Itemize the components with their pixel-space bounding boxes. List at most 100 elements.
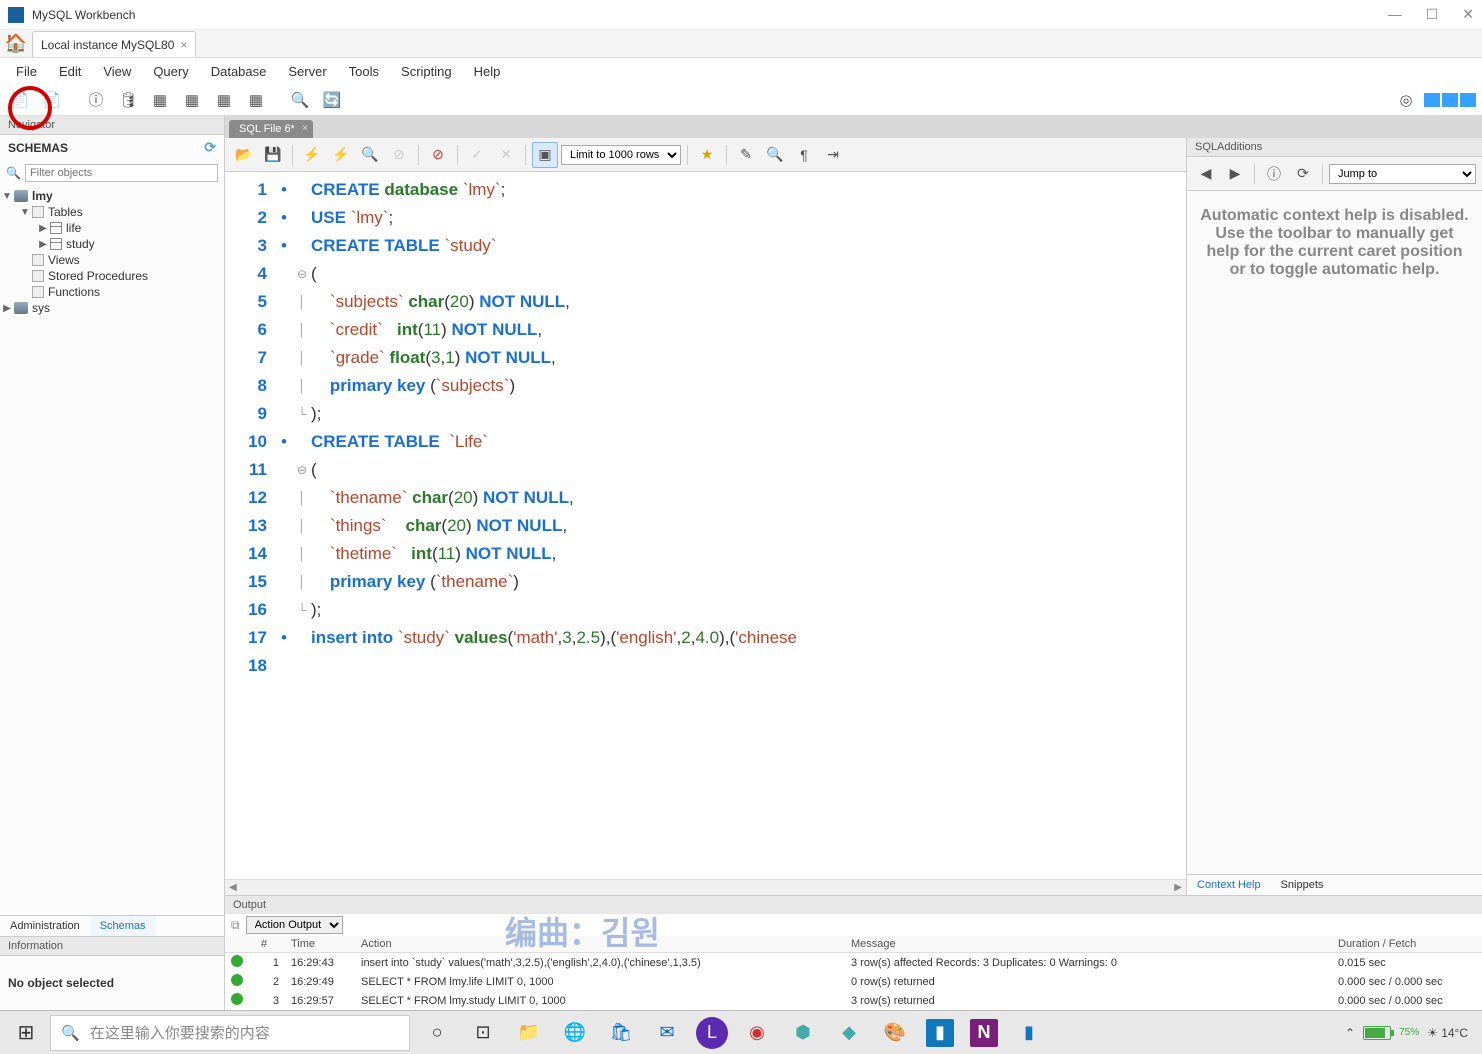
wrap-button[interactable]: ⇥ bbox=[820, 142, 846, 168]
minimize-button[interactable]: — bbox=[1388, 6, 1402, 23]
table-life[interactable]: ▶life bbox=[0, 220, 224, 236]
menu-scripting[interactable]: Scripting bbox=[391, 61, 462, 82]
execute-current-button[interactable]: ⚡ bbox=[328, 142, 354, 168]
new-sql-tab-button[interactable]: 📄 bbox=[6, 87, 34, 113]
sql-file-tab[interactable]: SQL File 6*× bbox=[229, 120, 313, 138]
cortana-icon[interactable]: ○ bbox=[416, 1013, 458, 1053]
menu-edit[interactable]: Edit bbox=[49, 61, 91, 82]
menu-tools[interactable]: Tools bbox=[339, 61, 389, 82]
open-file-button[interactable]: 📂 bbox=[231, 142, 257, 168]
commit-button[interactable]: ✓ bbox=[464, 142, 490, 168]
copy-icon[interactable]: ⧉ bbox=[231, 918, 240, 933]
file-tabs: SQL File 6*× bbox=[225, 116, 1482, 138]
refresh-icon[interactable]: ⟳ bbox=[204, 139, 216, 156]
app-icon-6[interactable]: ▮ bbox=[926, 1019, 954, 1047]
nav-fwd-button[interactable]: ▶ bbox=[1222, 161, 1248, 187]
menu-database[interactable]: Database bbox=[201, 61, 277, 82]
stop-button[interactable]: ⊘ bbox=[386, 142, 412, 168]
schema-tree[interactable]: ▼lmy ▼Tables ▶life ▶study Views Stored P… bbox=[0, 186, 224, 915]
limit-select[interactable]: Limit to 1000 rows bbox=[561, 145, 681, 165]
app-icon-1[interactable]: L bbox=[696, 1017, 728, 1049]
explorer-icon[interactable]: 📁 bbox=[508, 1013, 550, 1053]
navigator-panel: Navigator SCHEMAS ⟳ 🔍 ▼lmy ▼Tables ▶life… bbox=[0, 116, 225, 1010]
output-row[interactable]: 216:29:49SELECT * FROM lmy.life LIMIT 0,… bbox=[225, 972, 1482, 991]
auto-help-button[interactable]: ⟳ bbox=[1290, 161, 1316, 187]
new-sp-button[interactable]: ▦ bbox=[210, 87, 238, 113]
output-type-select[interactable]: Action Output bbox=[246, 916, 343, 934]
close-tab-icon[interactable]: × bbox=[180, 38, 187, 52]
store-icon[interactable]: 🛍 bbox=[600, 1013, 642, 1053]
toggle-autocommit-button[interactable]: ⊘ bbox=[425, 142, 451, 168]
app-icon-4[interactable]: ◆ bbox=[828, 1013, 870, 1053]
menu-help[interactable]: Help bbox=[464, 61, 511, 82]
tab-snippets[interactable]: Snippets bbox=[1271, 875, 1334, 895]
schema-sys[interactable]: ▶sys bbox=[0, 300, 224, 316]
output-row[interactable]: 116:29:43insert into `study` values('mat… bbox=[225, 953, 1482, 973]
rollback-button[interactable]: ✕ bbox=[493, 142, 519, 168]
find-button[interactable]: ✎ bbox=[733, 142, 759, 168]
search-button[interactable]: 🔍 bbox=[286, 87, 314, 113]
sp-folder[interactable]: Stored Procedures bbox=[0, 268, 224, 284]
save-button[interactable]: 💾 bbox=[260, 142, 286, 168]
battery-icon[interactable] bbox=[1363, 1026, 1391, 1040]
maximize-button[interactable]: ☐ bbox=[1426, 6, 1439, 23]
beautify-button[interactable]: ★ bbox=[694, 142, 720, 168]
app-icon-3[interactable]: ⬢ bbox=[782, 1013, 824, 1053]
search-text-button[interactable]: 🔍 bbox=[762, 142, 788, 168]
taskview-icon[interactable]: ⊡ bbox=[462, 1013, 504, 1053]
menu-bar: File Edit View Query Database Server Too… bbox=[0, 58, 1482, 84]
database-icon bbox=[14, 302, 28, 314]
execute-button[interactable]: ⚡ bbox=[299, 142, 325, 168]
chevron-up-icon[interactable]: ⌃ bbox=[1345, 1026, 1355, 1040]
new-schema-button[interactable]: 🛢 bbox=[114, 87, 142, 113]
app-icon-2[interactable]: ◉ bbox=[736, 1013, 778, 1053]
layout-toggles[interactable] bbox=[1424, 93, 1476, 107]
workbench-icon[interactable]: ▮ bbox=[1008, 1013, 1050, 1053]
notification-icon[interactable]: ◎ bbox=[1392, 87, 1420, 113]
connection-tab-row: 🏠 Local instance MySQL80 × bbox=[0, 30, 1482, 58]
output-row[interactable]: 316:29:57SELECT * FROM lmy.study LIMIT 0… bbox=[225, 991, 1482, 1010]
views-folder[interactable]: Views bbox=[0, 252, 224, 268]
onenote-icon[interactable]: N bbox=[970, 1019, 998, 1047]
edge-icon[interactable]: 🌐 bbox=[554, 1013, 596, 1053]
explain-button[interactable]: 🔍 bbox=[357, 142, 383, 168]
taskbar-search[interactable]: 🔍 在这里输入你要搜索的内容 bbox=[50, 1015, 410, 1051]
close-file-icon[interactable]: × bbox=[302, 123, 308, 134]
close-button[interactable]: ✕ bbox=[1462, 6, 1474, 23]
tab-context-help[interactable]: Context Help bbox=[1187, 875, 1271, 895]
menu-view[interactable]: View bbox=[93, 61, 141, 82]
weather-widget[interactable]: ☀ 14°C bbox=[1427, 1026, 1468, 1040]
mail-icon[interactable]: ✉ bbox=[646, 1013, 688, 1053]
new-view-button[interactable]: ▦ bbox=[178, 87, 206, 113]
system-tray[interactable]: ⌃ 75% ☀ 14°C bbox=[1345, 1026, 1478, 1040]
menu-server[interactable]: Server bbox=[278, 61, 336, 82]
menu-query[interactable]: Query bbox=[143, 61, 198, 82]
connection-tab[interactable]: Local instance MySQL80 × bbox=[32, 31, 196, 57]
tables-folder[interactable]: ▼Tables bbox=[0, 204, 224, 220]
table-study[interactable]: ▶study bbox=[0, 236, 224, 252]
home-icon[interactable]: 🏠 bbox=[0, 29, 32, 57]
schemas-label: SCHEMAS bbox=[8, 141, 68, 155]
tab-administration[interactable]: Administration bbox=[0, 916, 90, 936]
open-sql-button[interactable]: 📄 bbox=[38, 87, 66, 113]
fn-folder[interactable]: Functions bbox=[0, 284, 224, 300]
new-table-button[interactable]: ▦ bbox=[146, 87, 174, 113]
menu-file[interactable]: File bbox=[6, 61, 47, 82]
jump-to-select[interactable]: Jump to bbox=[1329, 164, 1476, 184]
nav-back-button[interactable]: ◀ bbox=[1193, 161, 1219, 187]
start-button[interactable]: ⊞ bbox=[4, 1013, 48, 1053]
context-help-button[interactable]: ⓘ bbox=[1261, 161, 1287, 187]
app-icon-5[interactable]: 🎨 bbox=[874, 1013, 916, 1053]
toggle-limit-button[interactable]: ▣ bbox=[532, 142, 558, 168]
app-title: MySQL Workbench bbox=[32, 8, 135, 22]
filter-input[interactable] bbox=[25, 164, 218, 182]
no-object-label: No object selected bbox=[0, 956, 224, 1010]
schema-lmy[interactable]: ▼lmy bbox=[0, 188, 224, 204]
tab-schemas[interactable]: Schemas bbox=[90, 916, 156, 936]
reconnect-button[interactable]: 🔄 bbox=[318, 87, 346, 113]
horizontal-scrollbar[interactable]: ◀▶ bbox=[225, 879, 1186, 895]
inspector-button[interactable]: ⓘ bbox=[82, 87, 110, 113]
invisible-chars-button[interactable]: ¶ bbox=[791, 142, 817, 168]
new-fn-button[interactable]: ▦ bbox=[242, 87, 270, 113]
sql-editor[interactable]: 1•CREATE database `lmy`;2•USE `lmy`;3•CR… bbox=[225, 172, 1186, 879]
